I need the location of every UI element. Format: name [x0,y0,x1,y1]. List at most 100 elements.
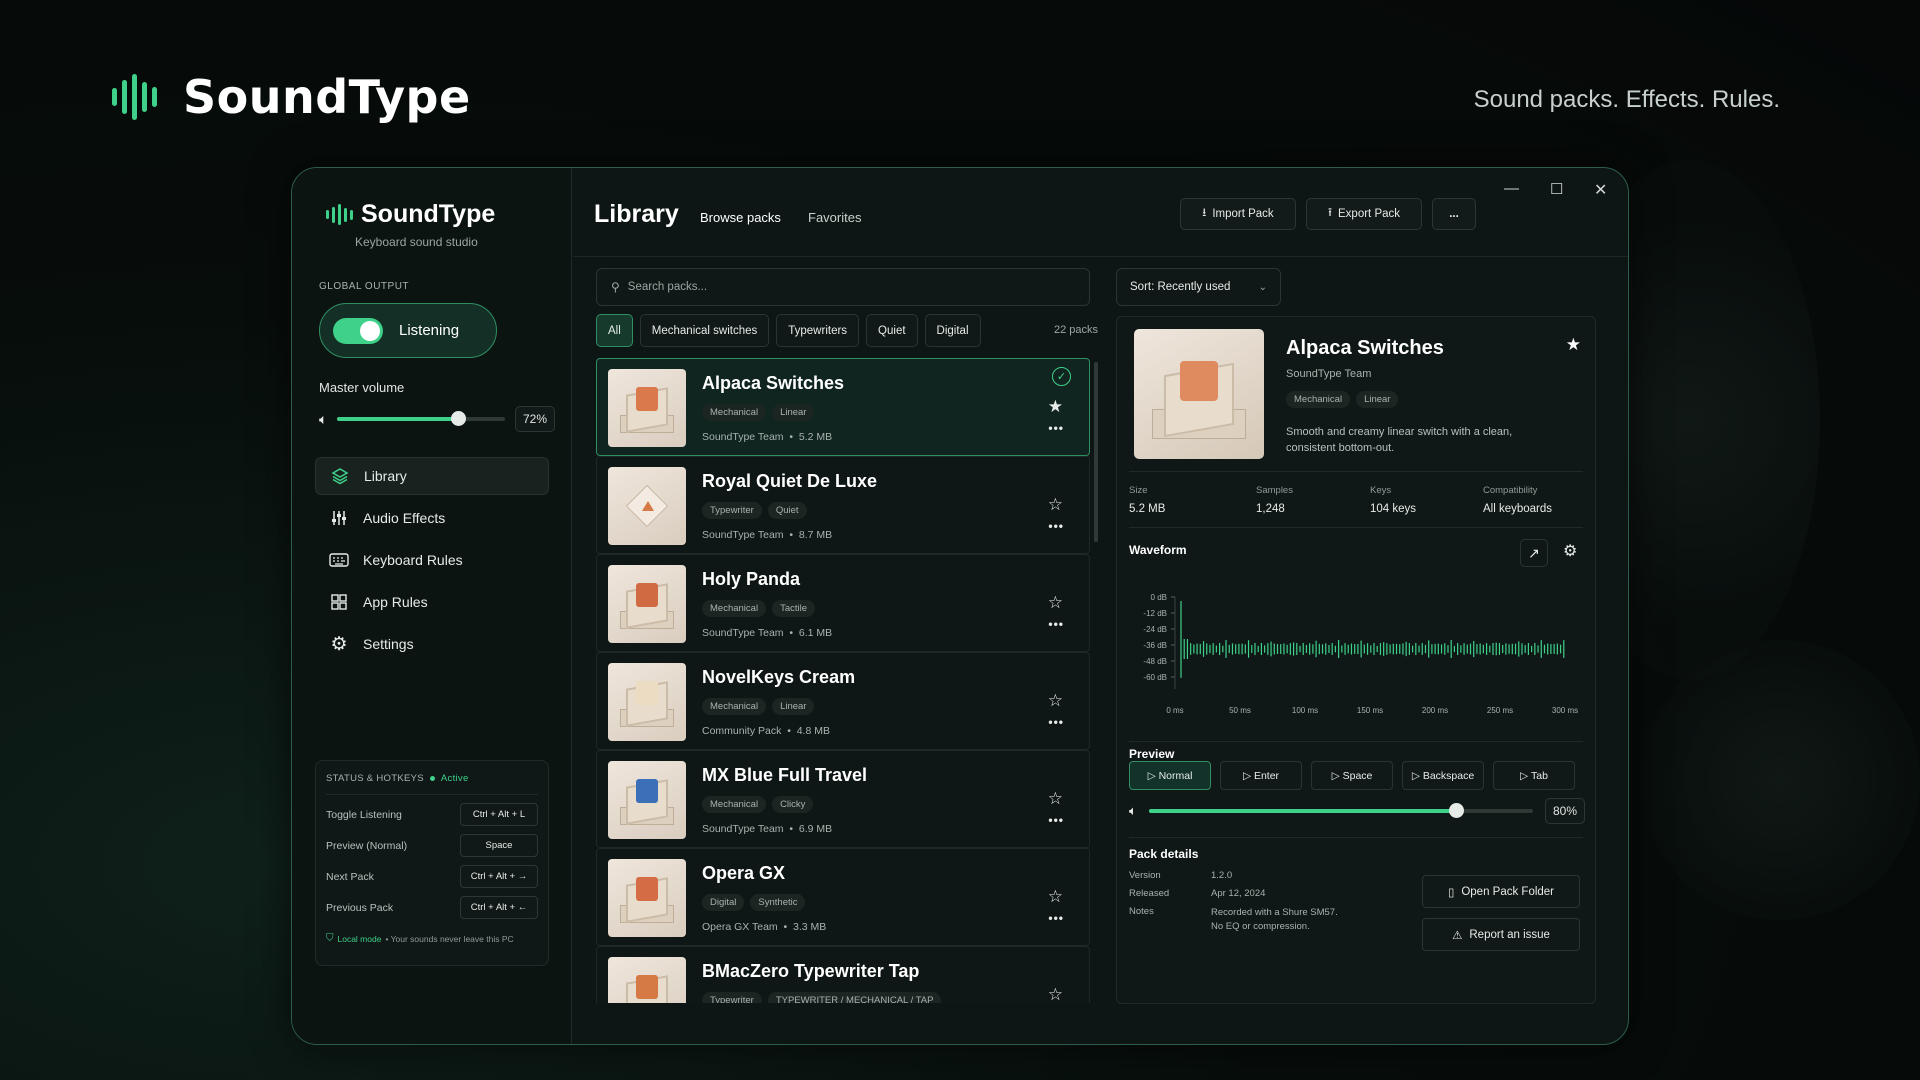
hotkey-row: Previous Pack Ctrl + Alt + ← [326,896,538,919]
filter-mechanical[interactable]: Mechanical switches [639,314,770,347]
maximize-icon[interactable]: ☐ [1550,180,1563,198]
stat-key: Size [1129,485,1148,496]
pack-details-title: Pack details [1129,847,1199,861]
hotkey-key[interactable]: Ctrl + Alt + ← [460,896,538,919]
db-axis-label: -24 dB [1143,625,1167,634]
favorite-star-icon[interactable]: ★ [1048,397,1063,417]
favorite-star-icon[interactable]: ☆ [1048,789,1063,809]
pack-list-item[interactable]: Royal Quiet De Luxe Typewriter Quiet SoundT… [596,456,1090,554]
tab-favorites[interactable]: Favorites [808,210,861,225]
status-state: Active [440,773,469,784]
sort-dropdown[interactable]: Sort: Recently used ⌄ [1116,268,1281,306]
time-axis-label: 100 ms [1292,706,1318,715]
favorite-star-icon[interactable]: ☆ [1048,495,1063,515]
more-icon[interactable]: ••• [1048,617,1064,631]
divider [1129,471,1583,472]
export-pack-label: Export Pack [1338,208,1401,220]
preview-space-button[interactable]: ▷ Space [1311,761,1393,790]
open-pack-folder-button[interactable]: ▯ Open Pack Folder [1422,875,1580,908]
pack-list-item[interactable]: Alpaca Switches Mechanical Linear SoundType… [596,358,1090,456]
pack-list-item[interactable]: NovelKeys Cream Mechanical Linear Community… [596,652,1090,750]
filter-digital[interactable]: Digital [924,314,981,347]
more-options-button[interactable]: ... [1432,198,1476,230]
time-axis-label: 300 ms [1552,706,1578,715]
volume-handle[interactable] [451,411,467,426]
pack-thumbnail [608,663,686,741]
minimize-icon[interactable]: — [1504,180,1519,197]
gear-icon[interactable]: ⚙ [1563,541,1577,561]
sidebar-item-settings[interactable]: ⚙ Settings [315,625,549,663]
soundwave-icon [112,74,157,120]
expand-icon[interactable]: ↗ [1520,539,1548,567]
preview-enter-button[interactable]: ▷ Enter [1220,761,1302,790]
import-pack-button[interactable]: ⭳ Import Pack [1180,198,1296,230]
sidebar-item-keyboard-rules[interactable]: Keyboard Rules [315,541,549,579]
pack-thumbnail [608,565,686,643]
sliders-icon [329,508,349,528]
hotkey-key[interactable]: Ctrl + Alt + → [460,865,538,888]
stat-key: Samples [1256,485,1293,496]
toggle-switch[interactable] [333,317,383,344]
list-scrollbar[interactable] [1094,362,1098,542]
close-icon[interactable]: ✕ [1594,180,1607,200]
favorite-star-icon[interactable]: ☆ [1048,985,1063,1003]
stat-samples: Samples 1,248 [1256,485,1293,515]
divider [1129,527,1583,528]
shield-icon: ⛉ [326,933,334,944]
favorite-star-icon[interactable]: ☆ [1048,691,1063,711]
sidebar-item-library[interactable]: Library [315,457,549,495]
hotkey-row: Preview (Normal) Space [326,834,538,857]
pack-size: 4.8 MB [796,725,830,737]
tab-browse-packs[interactable]: Browse packs [700,210,781,225]
more-icon[interactable]: ••• [1048,519,1064,533]
volume-handle[interactable] [1449,803,1465,818]
favorite-star-icon[interactable]: ☆ [1048,887,1063,907]
db-axis-label: -48 dB [1143,657,1167,666]
report-issue-button[interactable]: ⚠ Report an issue [1422,918,1580,951]
speaker-icon: 🔈︎ [1129,803,1137,818]
favorite-star-icon[interactable]: ★ [1566,335,1581,355]
listening-toggle[interactable]: Listening [319,303,497,358]
preview-button-label: Normal [1158,769,1193,782]
hero-tagline: Sound packs. Effects. Rules. [1473,86,1780,113]
pack-list-item[interactable]: Holy Panda Mechanical Tactile SoundType Tea… [596,554,1090,652]
pack-tags: Typewriter Quiet [702,502,807,519]
tag: Clicky [772,796,814,813]
play-icon: ▷ [1411,769,1423,782]
search-input[interactable]: ⚲ Search packs... [596,268,1090,306]
preview-volume-slider[interactable] [1148,803,1533,818]
pack-list-item[interactable]: Opera GX Digital Synthetic Opera GX Team • … [596,848,1090,946]
preview-backspace-button[interactable]: ▷ Backspace [1402,761,1484,790]
upload-icon: ⭱ [1327,206,1333,219]
sidebar-item-audio-effects[interactable]: Audio Effects [315,499,549,537]
db-axis-label: -60 dB [1143,673,1167,682]
hotkey-key[interactable]: Ctrl + Alt + L [460,803,538,826]
detail-pack-name: Alpaca Switches [1286,337,1444,359]
preview-volume-value: 80% [1544,798,1585,824]
filter-quiet[interactable]: Quiet [866,314,918,347]
favorite-star-icon[interactable]: ☆ [1048,593,1063,613]
tag: Tactile [772,600,815,617]
filter-typewriters[interactable]: Typewriters [776,314,860,347]
more-icon[interactable]: ••• [1048,421,1064,435]
preview-normal-button[interactable]: ▷ Normal [1129,761,1211,790]
sidebar-item-app-rules[interactable]: App Rules [315,583,549,621]
pack-list-item[interactable]: BMacZero Typewriter Tap Typewriter TYPEWRI… [596,946,1090,1003]
report-issue-label: Report an issue [1469,928,1550,941]
master-volume-slider[interactable] [337,411,505,426]
more-icon[interactable]: ••• [1048,911,1064,925]
pack-list-item[interactable]: MX Blue Full Travel Mechanical Clicky Sound… [596,750,1090,848]
pack-detail-panel: Alpaca Switches ★ SoundType Team Mechani… [1116,316,1596,1004]
preview-tab-button[interactable]: ▷ Tab [1493,761,1575,790]
tag: Mechanical [702,796,767,813]
export-pack-button[interactable]: ⭱ Export Pack [1306,198,1422,230]
check-circle-icon: ✓ [1052,367,1071,386]
pack-name: MX Blue Full Travel [702,765,868,785]
status-title: STATUS & HOTKEYS [326,773,424,784]
more-icon[interactable]: ••• [1048,715,1064,729]
filter-all[interactable]: All [596,314,633,347]
pack-tags: Mechanical Tactile [702,600,815,617]
more-icon[interactable]: ••• [1048,813,1064,827]
hotkey-key[interactable]: Space [460,834,538,857]
stat-value: 1,248 [1256,503,1285,515]
